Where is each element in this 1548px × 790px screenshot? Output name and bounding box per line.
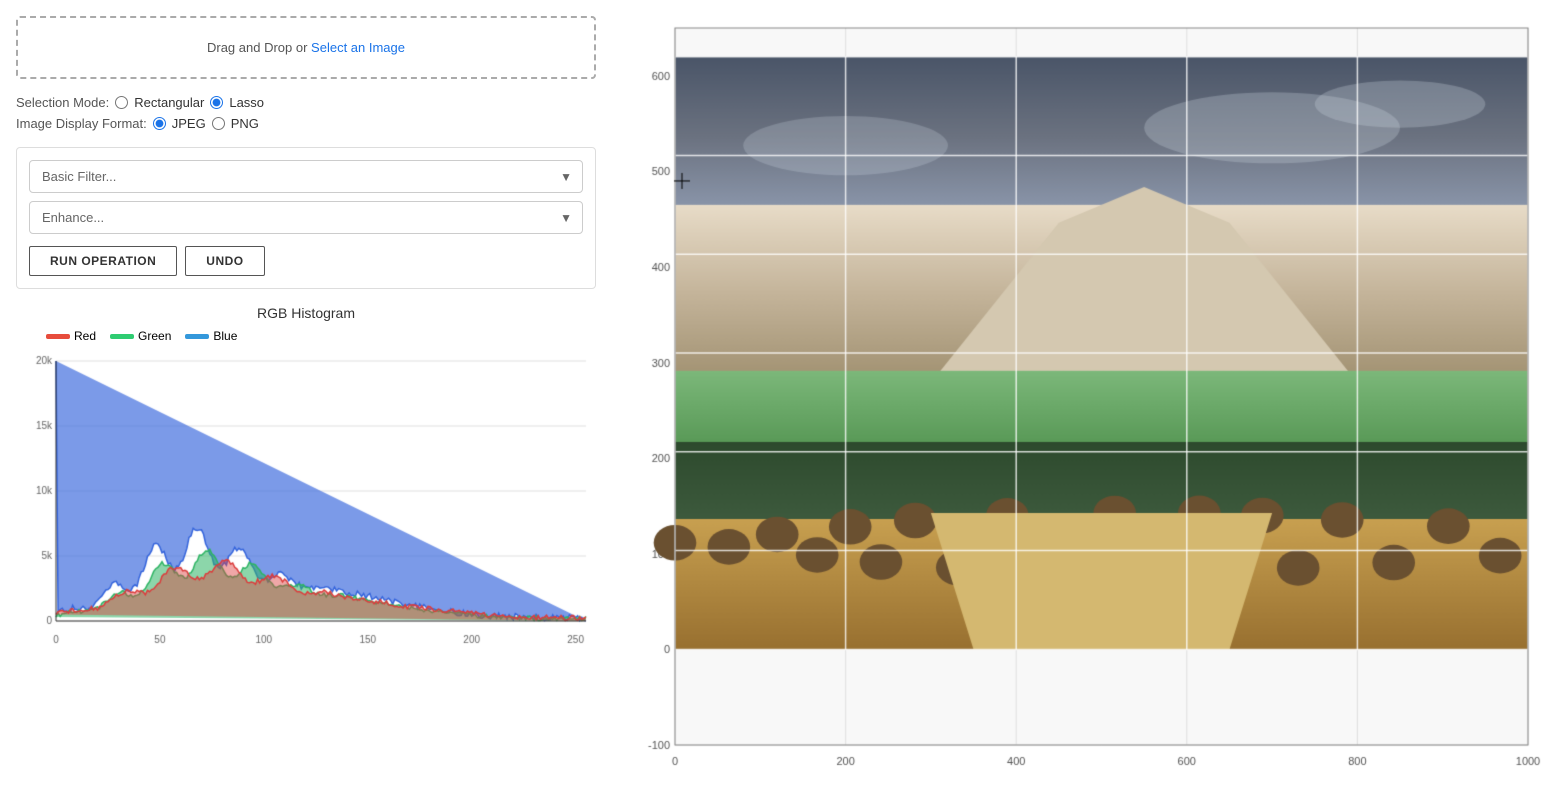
drop-zone[interactable]: Drag and Drop or Select an Image — [16, 16, 596, 79]
buttons-row: RUN OPERATION UNDO — [29, 246, 583, 276]
drop-zone-text: Drag and Drop or — [207, 40, 311, 55]
radio-jpeg[interactable] — [153, 117, 166, 130]
image-plot-area[interactable] — [620, 8, 1548, 790]
enhance-select[interactable]: Enhance... Brightness Contrast Color Sha… — [30, 202, 582, 233]
legend-green-label: Green — [138, 329, 171, 343]
image-format-row: Image Display Format: JPEG PNG — [16, 116, 596, 131]
histogram-section: RGB Histogram Red Green Blue — [16, 305, 596, 651]
legend-blue: Blue — [185, 329, 237, 343]
histogram-canvas-wrapper — [16, 351, 596, 651]
legend-green-color — [110, 334, 134, 339]
left-panel: Drag and Drop or Select an Image Selecti… — [0, 0, 612, 790]
radio-lasso[interactable] — [210, 96, 223, 109]
selection-mode-label: Selection Mode: — [16, 95, 109, 110]
selection-mode-row: Selection Mode: Rectangular Lasso — [16, 95, 596, 110]
run-operation-button[interactable]: RUN OPERATION — [29, 246, 177, 276]
options-section: Selection Mode: Rectangular Lasso Image … — [16, 95, 596, 131]
radio-rectangular[interactable] — [115, 96, 128, 109]
plot-canvas[interactable] — [620, 8, 1548, 790]
select-image-link[interactable]: Select an Image — [311, 40, 405, 55]
legend-blue-color — [185, 334, 209, 339]
histogram-title: RGB Histogram — [257, 305, 355, 321]
histogram-canvas — [16, 351, 596, 651]
legend-blue-label: Blue — [213, 329, 237, 343]
legend-red-color — [46, 334, 70, 339]
histogram-legend: Red Green Blue — [46, 329, 237, 343]
label-rectangular: Rectangular — [134, 95, 204, 110]
label-png: PNG — [231, 116, 259, 131]
legend-red-label: Red — [74, 329, 96, 343]
basic-filter-wrapper: Basic Filter... Blur Sharpen Smooth Edge… — [29, 160, 583, 193]
enhance-wrapper: Enhance... Brightness Contrast Color Sha… — [29, 201, 583, 234]
legend-red: Red — [46, 329, 96, 343]
legend-green: Green — [110, 329, 171, 343]
label-lasso: Lasso — [229, 95, 264, 110]
image-format-label: Image Display Format: — [16, 116, 147, 131]
right-panel: 📊 — [612, 0, 1548, 790]
radio-png[interactable] — [212, 117, 225, 130]
label-jpeg: JPEG — [172, 116, 206, 131]
undo-button[interactable]: UNDO — [185, 246, 264, 276]
filter-section: Basic Filter... Blur Sharpen Smooth Edge… — [16, 147, 596, 289]
basic-filter-select[interactable]: Basic Filter... Blur Sharpen Smooth Edge… — [30, 161, 582, 192]
